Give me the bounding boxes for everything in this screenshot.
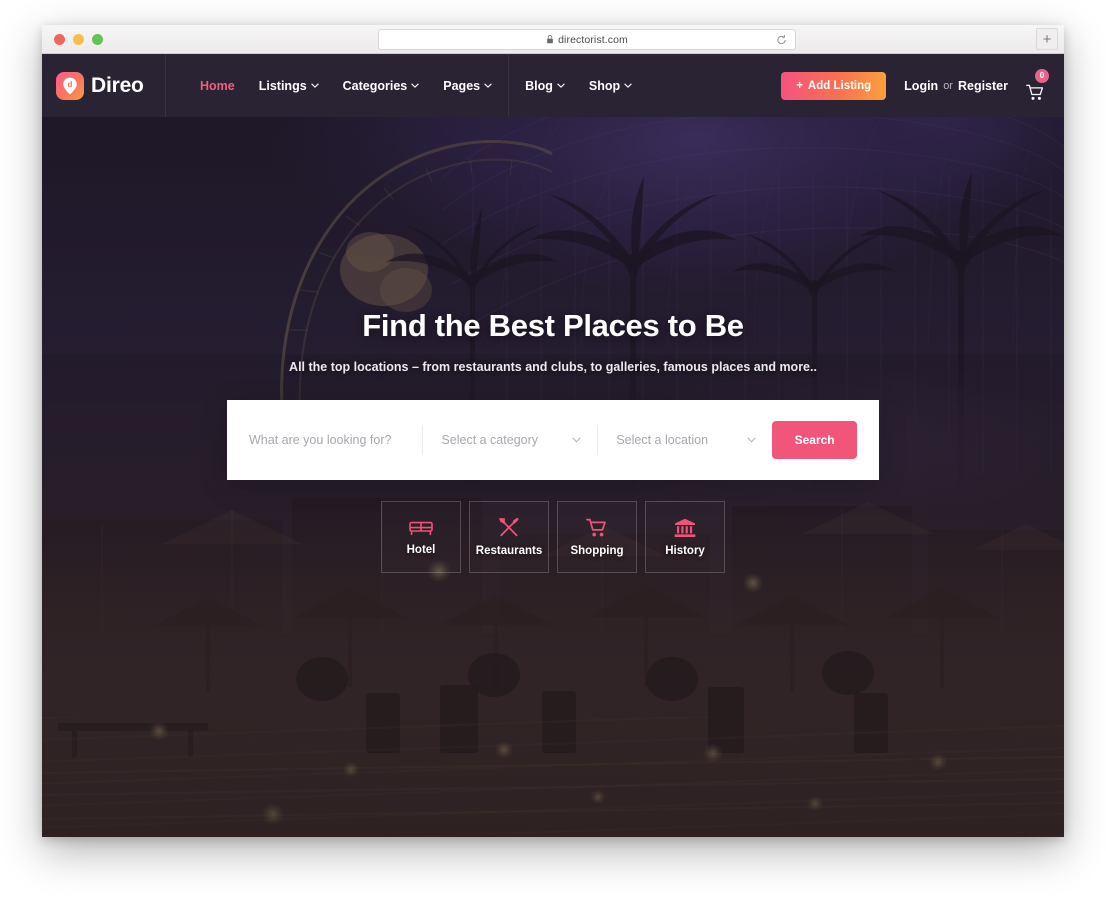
site-header: d Direo Home Listings Categories Pages B…: [42, 54, 1064, 117]
header-actions: + Add Listing Login or Register 0: [781, 68, 1064, 101]
nav-label-blog: Blog: [525, 78, 553, 93]
restaurant-cutlery-icon: [499, 517, 519, 537]
page-root: directorist.com + d Direo Home Listings …: [0, 0, 1106, 900]
cart-count-badge: 0: [1035, 68, 1049, 83]
nav-item-shop[interactable]: Shop: [577, 54, 644, 117]
search-button[interactable]: Search: [772, 421, 857, 459]
chevron-down-icon: [310, 83, 319, 88]
chevron-down-icon: [747, 437, 756, 443]
svg-text:d: d: [68, 80, 73, 89]
search-location-placeholder: Select a location: [616, 433, 709, 447]
hero-section: Find the Best Places to Be All the top l…: [42, 117, 1064, 837]
nav-label-home: Home: [200, 78, 235, 93]
museum-bank-icon: [674, 518, 696, 537]
plus-icon: +: [796, 79, 803, 92]
nav-divider: [508, 54, 510, 117]
nav-label-shop: Shop: [588, 78, 621, 93]
add-listing-button[interactable]: + Add Listing: [781, 71, 887, 100]
nav-item-listings[interactable]: Listings: [247, 54, 331, 117]
category-label-shopping: Shopping: [570, 544, 624, 557]
search-keyword-input[interactable]: What are you looking for?: [249, 421, 422, 459]
nav-item-pages[interactable]: Pages: [431, 54, 504, 117]
search-category-placeholder: Select a category: [441, 433, 539, 447]
bed-icon: [409, 521, 433, 535]
reload-icon[interactable]: [776, 34, 787, 45]
search-location-select[interactable]: Select a location: [598, 421, 772, 459]
new-tab-button[interactable]: +: [1036, 28, 1058, 50]
add-listing-label: Add Listing: [807, 79, 872, 92]
nav-label-pages: Pages: [443, 78, 481, 93]
window-traffic-lights[interactable]: [54, 33, 103, 45]
category-tiles: Hotel Restaurants Shopping History: [381, 501, 725, 573]
category-tile-hotel[interactable]: Hotel: [381, 501, 461, 573]
browser-chrome-bar: directorist.com +: [42, 25, 1064, 54]
shopping-cart-icon: [1026, 84, 1044, 100]
shopping-cart-icon: [586, 518, 606, 536]
nav-item-categories[interactable]: Categories: [331, 54, 432, 117]
nav-label-categories: Categories: [342, 78, 408, 93]
category-tile-restaurants[interactable]: Restaurants: [469, 501, 549, 573]
category-tile-history[interactable]: History: [645, 501, 725, 573]
auth-links: Login or Register: [904, 79, 1008, 93]
nav-label-listings: Listings: [258, 78, 307, 93]
category-label-history: History: [665, 544, 705, 557]
brand-name: Direo: [91, 73, 144, 97]
auth-separator: or: [943, 79, 953, 92]
maximize-window-button[interactable]: [92, 33, 103, 45]
browser-window: directorist.com + d Direo Home Listings …: [42, 25, 1064, 837]
address-bar[interactable]: directorist.com: [378, 29, 796, 50]
cart-button[interactable]: 0: [1024, 68, 1049, 101]
search-category-select[interactable]: Select a category: [423, 421, 597, 459]
chevron-down-icon: [484, 83, 492, 88]
search-bar: What are you looking for? Select a categ…: [227, 400, 879, 480]
register-link[interactable]: Register: [958, 79, 1008, 93]
login-link[interactable]: Login: [904, 79, 938, 93]
lock-icon: [547, 35, 553, 44]
main-navigation: Home Listings Categories Pages Blog Shop: [188, 54, 644, 117]
chevron-down-icon: [572, 437, 582, 443]
chevron-down-icon: [411, 83, 420, 88]
nav-item-blog[interactable]: Blog: [513, 54, 577, 117]
category-tile-shopping[interactable]: Shopping: [557, 501, 637, 573]
chevron-down-icon: [624, 83, 632, 88]
site-viewport: d Direo Home Listings Categories Pages B…: [42, 54, 1064, 837]
hero-title: Find the Best Places to Be: [362, 308, 744, 343]
map-pin-logo-icon: d: [56, 71, 84, 100]
close-window-button[interactable]: [54, 33, 65, 45]
chevron-down-icon: [557, 83, 565, 88]
minimize-window-button[interactable]: [73, 33, 84, 45]
category-label-hotel: Hotel: [406, 544, 436, 556]
address-bar-url: directorist.com: [558, 33, 628, 46]
hero-subtitle: All the top locations – from restaurants…: [289, 360, 817, 374]
category-label-restaurants: Restaurants: [475, 545, 543, 557]
search-keyword-placeholder: What are you looking for?: [249, 433, 392, 447]
brand-logo[interactable]: d Direo: [42, 54, 166, 117]
nav-item-home[interactable]: Home: [188, 54, 247, 117]
